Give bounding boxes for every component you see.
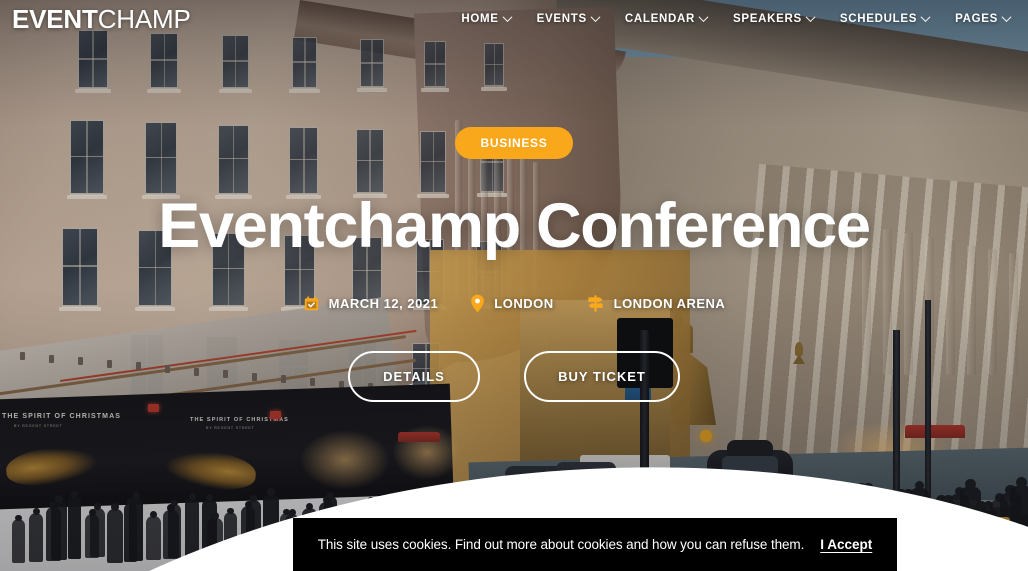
- event-city: LONDON: [470, 294, 553, 313]
- cookie-accept-link[interactable]: I Accept: [820, 537, 872, 552]
- hero-content: BUSINESS Eventchamp Conference MARCH 12,…: [0, 0, 1028, 402]
- nav-item-events[interactable]: EVENTS: [536, 12, 601, 25]
- nav-item-label: EVENTS: [536, 12, 587, 25]
- event-city-label: LONDON: [494, 296, 554, 311]
- site-logo[interactable]: EVENTCHAMP: [12, 6, 191, 32]
- nav-item-label: HOME: [461, 12, 499, 25]
- event-date-label: MARCH 12, 2021: [328, 296, 439, 311]
- cookie-message: This site uses cookies. Find out more ab…: [317, 537, 805, 552]
- nav-item-label: SCHEDULES: [839, 12, 918, 25]
- event-venue: LONDON ARENA: [586, 294, 726, 313]
- chevron-down-icon: [698, 12, 709, 23]
- cookie-consent-banner: This site uses cookies. Find out more ab…: [293, 518, 897, 571]
- buy-ticket-button[interactable]: BUY TICKET: [524, 351, 680, 402]
- map-pin-icon: [470, 294, 485, 313]
- nav-item-speakers[interactable]: SPEAKERS: [732, 12, 816, 25]
- event-venue-label: LONDON ARENA: [613, 296, 726, 311]
- nav-item-pages[interactable]: PAGES: [955, 12, 1012, 25]
- event-category-badge[interactable]: BUSINESS: [454, 127, 574, 159]
- logo-light-part: CHAMP: [97, 3, 191, 34]
- nav-item-label: CALENDAR: [624, 12, 695, 25]
- main-navigation: HOME EVENTS CALENDAR SPEAKERS SCHEDULES PAGES: [461, 12, 1012, 25]
- nav-item-label: PAGES: [955, 12, 998, 25]
- signpost-icon: [586, 294, 605, 313]
- nav-item-home[interactable]: HOME: [461, 12, 513, 25]
- nav-item-label: SPEAKERS: [732, 12, 802, 25]
- event-meta-row: MARCH 12, 2021 LONDON LONDON ARENA: [303, 294, 726, 313]
- logo-bold-part: EVENT: [12, 3, 98, 34]
- chevron-down-icon: [1001, 12, 1012, 23]
- chevron-down-icon: [805, 12, 816, 23]
- site-header: EVENTCHAMP HOME EVENTS CALENDAR SPEAKERS SCH…: [0, 0, 1028, 37]
- nav-item-calendar[interactable]: CALENDAR: [624, 12, 709, 25]
- calendar-check-icon: [303, 295, 320, 312]
- chevron-down-icon: [920, 12, 931, 23]
- details-button[interactable]: DETAILS: [348, 351, 480, 402]
- event-date: MARCH 12, 2021: [303, 295, 439, 312]
- page-root: THE SPIRIT OF CHRISTMAS BY REGENT STREET…: [0, 0, 1028, 571]
- nav-item-schedules[interactable]: SCHEDULES: [839, 12, 931, 25]
- page-title: Eventchamp Conference: [158, 191, 871, 261]
- chevron-down-icon: [502, 12, 513, 23]
- chevron-down-icon: [590, 12, 601, 23]
- hero-actions: DETAILS BUY TICKET: [348, 351, 680, 402]
